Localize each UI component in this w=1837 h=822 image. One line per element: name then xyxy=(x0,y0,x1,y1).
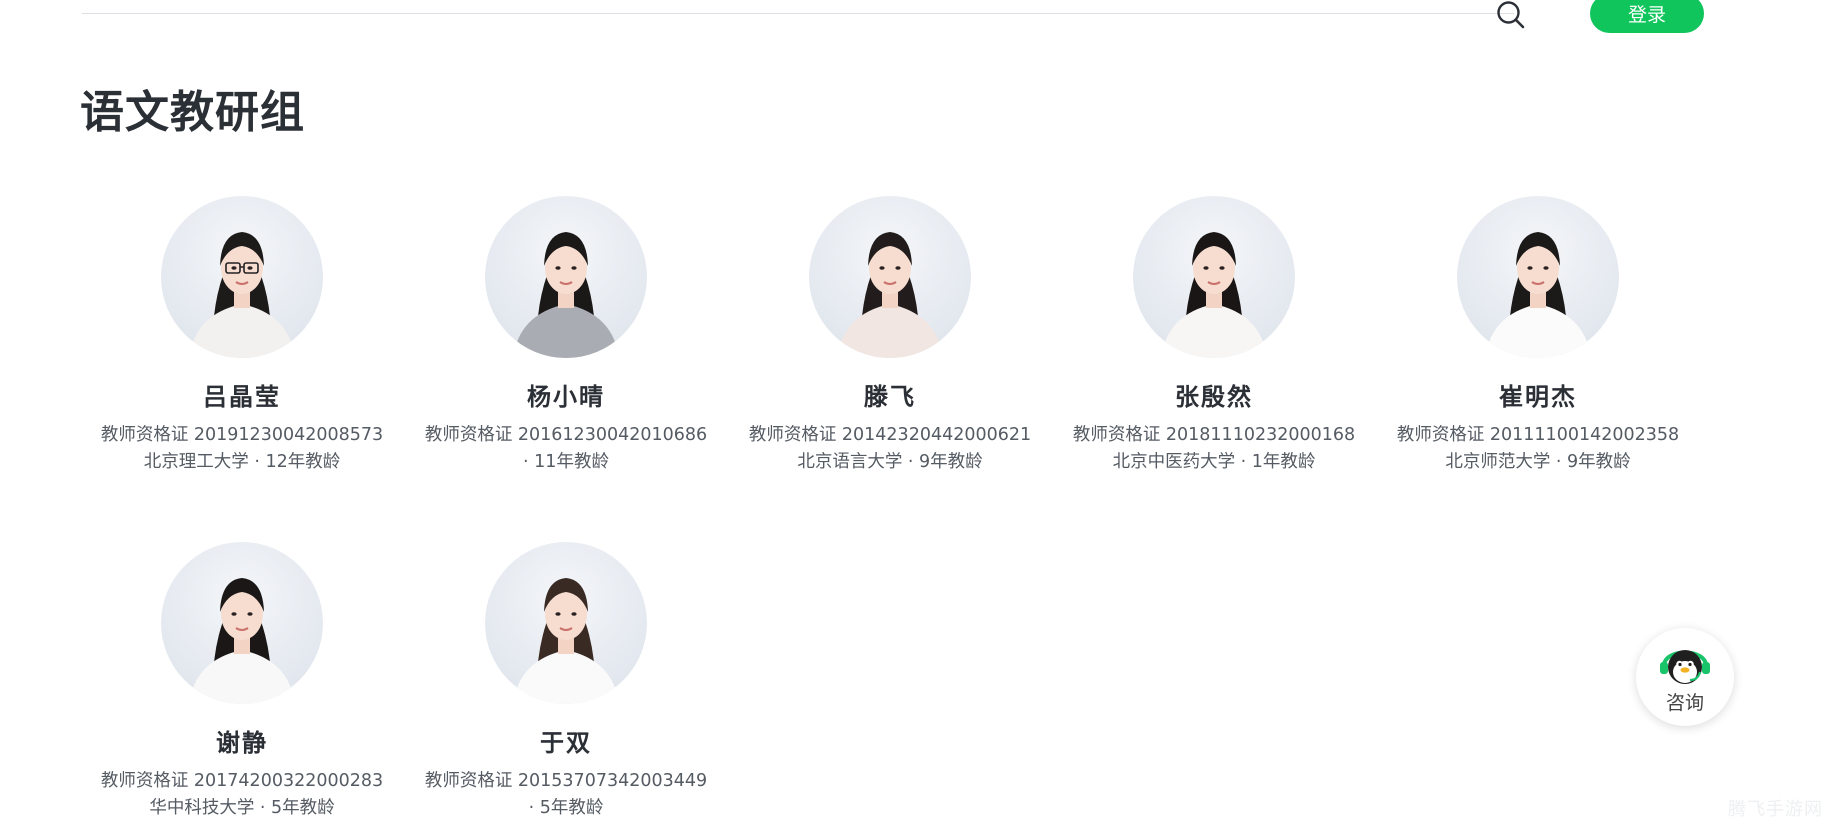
teacher-certificate: 教师资格证 20153707342003449 xyxy=(424,771,708,791)
teacher-name: 崔明杰 xyxy=(1499,383,1577,411)
teacher-name: 杨小晴 xyxy=(527,383,605,411)
section-title: 语文教研组 xyxy=(80,87,305,138)
teacher-portrait xyxy=(1161,232,1267,358)
teacher-detail: · 5年教龄 xyxy=(528,798,604,818)
teacher-detail: 华中科技大学 · 5年教龄 xyxy=(149,798,335,818)
teacher-portrait xyxy=(837,232,943,358)
teacher-name: 滕飞 xyxy=(864,383,916,411)
teacher-avatar xyxy=(161,196,323,358)
login-button[interactable]: 登录 xyxy=(1590,0,1704,33)
teacher-certificate: 教师资格证 20161230042010686 xyxy=(424,425,708,445)
teacher-card[interactable]: 于双 教师资格证 20153707342003449 · 5年教龄 xyxy=(404,542,728,822)
teacher-detail: 北京师范大学 · 9年教龄 xyxy=(1445,452,1631,472)
teacher-avatar xyxy=(485,542,647,704)
teacher-portrait xyxy=(513,232,619,358)
teacher-avatar xyxy=(1133,196,1295,358)
teacher-team-page: 登录 语文教研组 吕晶莹 教师资格证 20191230042008573 北京理… xyxy=(0,0,1837,822)
teacher-avatar xyxy=(809,196,971,358)
search-icon[interactable] xyxy=(1496,0,1526,30)
consult-button[interactable]: 咨询 xyxy=(1636,628,1734,726)
teacher-name: 于双 xyxy=(540,729,592,757)
teacher-avatar xyxy=(1457,196,1619,358)
teacher-detail: 北京语言大学 · 9年教龄 xyxy=(797,452,983,472)
teacher-certificate: 教师资格证 20142320442000621 xyxy=(748,425,1032,445)
teacher-card[interactable]: 杨小晴 教师资格证 20161230042010686 · 11年教龄 xyxy=(404,196,728,476)
teacher-card[interactable]: 张殷然 教师资格证 20181110232000168 北京中医药大学 · 1年… xyxy=(1052,196,1376,476)
teacher-name: 张殷然 xyxy=(1175,383,1253,411)
teacher-card[interactable]: 吕晶莹 教师资格证 20191230042008573 北京理工大学 · 12年… xyxy=(80,196,404,476)
teacher-name: 吕晶莹 xyxy=(203,383,281,411)
teacher-portrait xyxy=(189,578,295,704)
teacher-certificate: 教师资格证 20181110232000168 xyxy=(1072,425,1356,445)
consult-label: 咨询 xyxy=(1665,691,1704,714)
teacher-card[interactable]: 滕飞 教师资格证 20142320442000621 北京语言大学 · 9年教龄 xyxy=(728,196,1052,476)
teacher-avatar xyxy=(161,542,323,704)
teacher-detail: 北京理工大学 · 12年教龄 xyxy=(143,452,341,472)
teacher-detail: · 11年教龄 xyxy=(523,452,609,472)
header-divider xyxy=(82,13,1514,14)
teacher-certificate: 教师资格证 20111100142002358 xyxy=(1396,425,1680,445)
teacher-detail: 北京中医药大学 · 1年教龄 xyxy=(1112,452,1316,472)
teacher-certificate: 教师资格证 20191230042008573 xyxy=(100,425,384,445)
teacher-card[interactable]: 谢静 教师资格证 20174200322000283 华中科技大学 · 5年教龄 xyxy=(80,542,404,822)
penguin-headset-icon xyxy=(1660,649,1710,684)
watermark: 腾飞手游网 xyxy=(1728,799,1823,820)
teacher-card[interactable]: 崔明杰 教师资格证 20111100142002358 北京师范大学 · 9年教… xyxy=(1376,196,1700,476)
teacher-name: 谢静 xyxy=(216,729,268,757)
teacher-portrait xyxy=(189,232,295,358)
teacher-avatar xyxy=(485,196,647,358)
teacher-certificate: 教师资格证 20174200322000283 xyxy=(100,771,384,791)
teacher-portrait xyxy=(1485,232,1591,358)
teacher-portrait xyxy=(513,578,619,704)
